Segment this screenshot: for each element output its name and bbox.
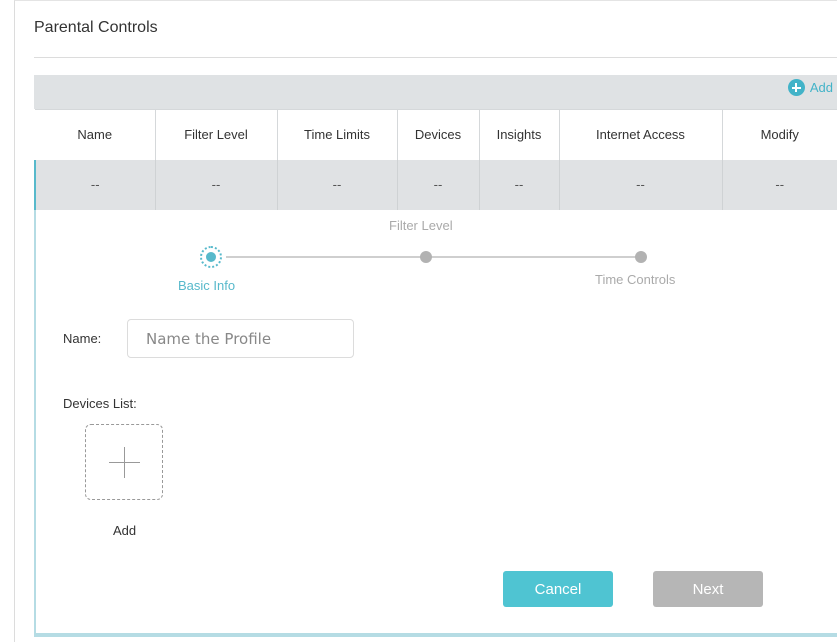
step-basic-info-indicator (200, 246, 222, 268)
parental-controls-page: Parental Controls Add Name Filter Level … (14, 0, 837, 642)
add-profile-label: Add (809, 80, 833, 95)
column-header-time-limits: Time Limits (277, 109, 398, 160)
column-header-devices: Devices (397, 109, 480, 160)
add-profile-button[interactable]: Add (787, 79, 833, 96)
table-cell: -- (722, 159, 837, 210)
profiles-table: Name Filter Level Time Limits Devices In… (34, 109, 837, 210)
table-cell: -- (34, 159, 156, 210)
step-time-controls-indicator (635, 251, 647, 263)
step-filter-level-label: Filter Level (389, 218, 453, 233)
add-device-button[interactable] (85, 424, 163, 500)
table-cell: -- (559, 159, 723, 210)
table-row: -- -- -- -- -- -- -- (34, 159, 837, 210)
table-cell: -- (479, 159, 560, 210)
profile-name-input[interactable] (127, 319, 354, 358)
add-device-label: Add (113, 523, 137, 538)
panel-bottom-border (36, 633, 837, 635)
step-basic-info-label: Basic Info (178, 278, 236, 293)
page-title: Parental Controls (34, 19, 158, 36)
cancel-button[interactable]: Cancel (503, 571, 613, 607)
column-header-insights: Insights (479, 109, 560, 160)
stepper-connector (426, 256, 642, 258)
profile-editor-panel: Basic Info Filter Level Time Controls Na… (34, 210, 837, 637)
profiles-table-container: Add Name Filter Level Time Limits Device… (34, 75, 837, 210)
name-field-label: Name: (63, 331, 102, 346)
step-filter-level-indicator (420, 251, 432, 263)
title-divider (34, 57, 837, 58)
table-cell: -- (277, 159, 398, 210)
devices-list-label: Devices List: (63, 396, 137, 411)
column-header-modify: Modify (722, 109, 837, 160)
table-header-row: Name Filter Level Time Limits Devices In… (35, 109, 837, 160)
column-header-internet-access: Internet Access (559, 109, 723, 160)
table-toolbar: Add (34, 75, 837, 109)
step-time-controls-label: Time Controls (595, 272, 676, 287)
stepper-connector (226, 256, 422, 258)
column-header-name: Name (35, 109, 156, 160)
next-button[interactable]: Next (653, 571, 763, 607)
table-cell: -- (397, 159, 480, 210)
table-cell: -- (155, 159, 278, 210)
plus-circle-icon (787, 79, 805, 96)
column-header-filter-level: Filter Level (155, 109, 278, 160)
